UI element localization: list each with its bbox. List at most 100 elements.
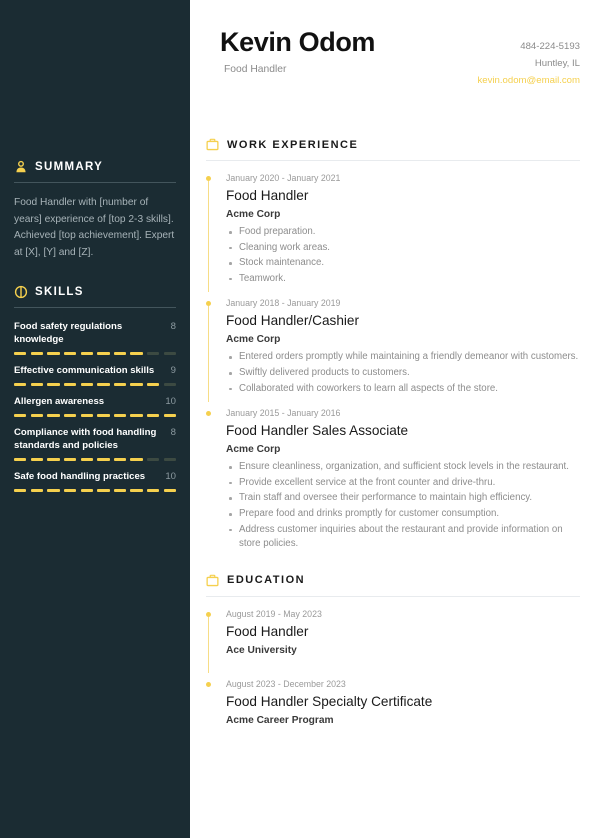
skill-rating-bar [14, 489, 177, 492]
skill-rating-dash [97, 383, 110, 386]
sidebar: SUMMARY Food Handler with [number of yea… [0, 0, 190, 838]
skill-rating-dash [113, 489, 127, 492]
briefcase-icon [206, 574, 219, 587]
skill-rating-dash [14, 489, 27, 492]
skill-rating-dash [63, 383, 77, 386]
entry-bullet: Entered orders promptly while maintainin… [226, 350, 580, 365]
name-block: Kevin Odom Food Handler [206, 26, 375, 75]
skill-name: Food safety regulations knowledge [14, 321, 123, 345]
contact-block: 484-224-5193 Huntley, IL kevin.odom@emai… [477, 26, 580, 89]
timeline-entry: August 2023 - December 2023 Food Handler … [206, 667, 580, 737]
skill-rating-dash [147, 458, 160, 461]
skill-rating-dash [147, 489, 160, 492]
entry-date: January 2020 - January 2021 [226, 173, 341, 183]
timeline-line [208, 616, 209, 673]
skill-rating-dash [97, 414, 110, 417]
skill-name: Allergen awareness [14, 396, 105, 407]
education-title: EDUCATION [227, 574, 306, 587]
skill-row: Safe food handling practices 10 [14, 470, 177, 492]
skill-rating-dash [47, 458, 60, 461]
entry-bullet: Swiftly delivered products to customers. [226, 366, 580, 381]
skill-rating-dash [63, 352, 77, 355]
entry-bullet-list: Ensure cleanliness, organization, and su… [226, 460, 580, 552]
skill-rating-dash [30, 458, 44, 461]
sidebar-summary-divider [14, 182, 176, 183]
skill-rating-bar [14, 458, 177, 461]
skill-rating-dash [113, 352, 127, 355]
skill-rating-dash [30, 414, 44, 417]
skill-name: Safe food handling practices [14, 471, 146, 482]
skill-rating-dash [147, 352, 160, 355]
skill-top: Safe food handling practices 10 [14, 470, 176, 483]
skill-top: Compliance with food handling standards … [14, 426, 176, 452]
sidebar-skills-divider [14, 307, 176, 308]
skill-rating: 9 [170, 365, 176, 376]
skill-rating-dash [80, 414, 93, 417]
timeline-entry: January 2020 - January 2021 Food Handler A… [206, 161, 580, 293]
entry-bullet: Prepare food and drinks promptly for cus… [226, 507, 580, 522]
skill-row: Allergen awareness 10 [14, 395, 177, 417]
skill-rating-dash [97, 458, 110, 461]
skill-name: Compliance with food handling standards … [14, 427, 157, 451]
entry-organization: Acme Corp [226, 444, 281, 456]
skill-rating: 8 [170, 321, 176, 332]
entry-date: January 2018 - January 2019 [226, 298, 341, 309]
skill-rating-dash [63, 458, 77, 461]
contact-phone: 484-224-5193 [520, 41, 580, 52]
skill-rating-dash [63, 414, 77, 417]
skill-rating-dash [80, 489, 93, 492]
skill-rating-dash [30, 352, 44, 355]
skill-rating-dash [130, 352, 143, 355]
skill-rating-dash [63, 489, 77, 492]
section-education: EDUCATION August 2019 - May 2023 Food Han… [206, 574, 580, 737]
timeline-line [208, 181, 209, 293]
timeline-dot [206, 411, 211, 417]
skill-rating-dash [14, 352, 27, 355]
sidebar-skills-header: SKILLS [14, 285, 176, 299]
entry-date: August 2023 - December 2023 [226, 678, 346, 689]
entry-bullet: Train staff and oversee their performanc… [226, 491, 580, 506]
skill-rating-dash [97, 352, 110, 355]
entry-organization: Ace University [226, 644, 297, 656]
skill-row: Food safety regulations knowledge 8 [14, 320, 177, 355]
skill-rating-dash [130, 414, 143, 417]
skill-rating-bar [14, 414, 177, 417]
skill-rating-bar [14, 383, 177, 386]
entry-title: Food Handler/Cashier [226, 313, 359, 329]
skill-rating-dash [163, 458, 177, 461]
skill-rating: 10 [165, 471, 176, 482]
timeline-entry: January 2018 - January 2019 Food Handler/… [206, 286, 580, 403]
skill-rating-dash [47, 489, 60, 492]
work-experience-title: WORK EXPERIENCE [227, 138, 359, 151]
entry-date: August 2019 - May 2023 [226, 608, 322, 619]
education-header: EDUCATION [206, 574, 580, 587]
contact-email[interactable]: kevin.odom@email.com [477, 72, 580, 89]
entry-title: Food Handler Sales Associate [226, 423, 409, 439]
entry-bullet: Stock maintenance. [226, 256, 580, 271]
skill-rating-dash [47, 383, 60, 386]
skill-rating-dash [113, 458, 127, 461]
work-experience-header: WORK EXPERIENCE [206, 138, 580, 151]
skill-rating-dash [97, 489, 110, 492]
work-experience-list: January 2020 - January 2021 Food Handler A… [206, 161, 580, 552]
skill-rating-dash [130, 458, 143, 461]
skill-rating-dash [147, 383, 160, 386]
skill-top: Effective communication skills 9 [14, 364, 176, 377]
entry-organization: Acme Corp [226, 209, 281, 220]
skill-row: Compliance with food handling standards … [14, 426, 177, 461]
skill-rating-dash [147, 414, 160, 417]
summary-text: Food Handler with [number of years] expe… [14, 197, 175, 258]
entry-organization: Acme Corp [226, 334, 281, 346]
skill-rating-dash [30, 383, 44, 386]
entry-bullet-list: Entered orders promptly while maintainin… [226, 350, 580, 396]
skill-rating-dash [47, 352, 60, 355]
resume-header: Kevin Odom Food Handler 484-224-5193 Hun… [206, 0, 580, 89]
skill-top: Food safety regulations knowledge 8 [14, 320, 176, 346]
entry-title: Food Handler [226, 623, 309, 639]
section-work-experience: WORK EXPERIENCE January 2020 - January 2… [206, 138, 580, 552]
entry-spacer [226, 728, 580, 737]
entry-bullet: Collaborated with coworkers to learn all… [226, 382, 580, 397]
resume-document: SUMMARY Food Handler with [number of yea… [0, 0, 594, 838]
entry-organization: Acme Career Program [226, 714, 334, 726]
contact-location: Huntley, IL [534, 58, 580, 69]
